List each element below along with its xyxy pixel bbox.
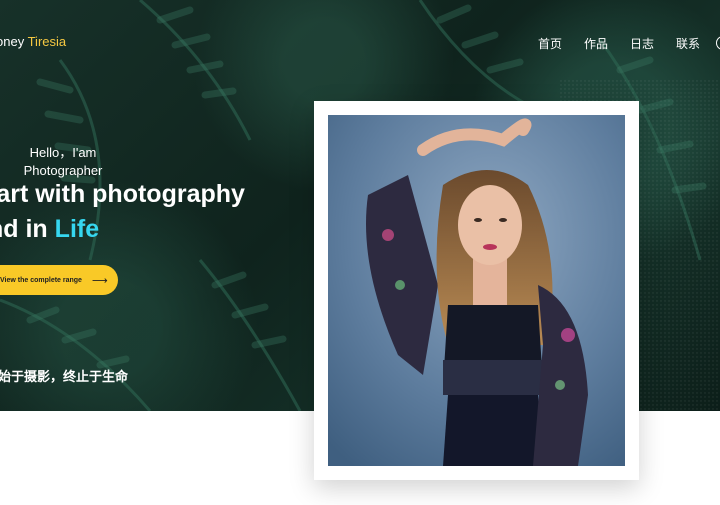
- headline-accent-word: Life: [54, 215, 100, 243]
- logo-accent-text: Tiresia: [27, 34, 67, 49]
- view-range-button-label: View the complete range: [0, 276, 82, 284]
- main-nav: 首页 作品 日志 联系: [538, 35, 700, 52]
- hello-line-1: Hello，I'am: [29, 145, 97, 160]
- site-logo[interactable]: oney Tiresia: [0, 34, 66, 49]
- view-range-button[interactable]: View the complete range ⟶: [0, 265, 118, 295]
- arrow-right-icon: ⟶: [91, 274, 108, 287]
- portrait-photo: [328, 115, 625, 466]
- nav-item-contact[interactable]: 联系: [676, 35, 700, 52]
- nav-item-works[interactable]: 作品: [584, 35, 608, 52]
- headline-line-1: tart with photography: [0, 180, 245, 208]
- slogan: 始于摄影，终止于生命: [0, 369, 129, 384]
- portrait-illustration: [328, 115, 625, 466]
- hello-line-2: Photographer: [23, 163, 103, 178]
- portrait-frame: [314, 101, 639, 480]
- logo-main-text: oney: [0, 34, 25, 49]
- headline-line-2-prefix: nd in: [0, 215, 48, 243]
- nav-item-home[interactable]: 首页: [538, 35, 562, 52]
- headline-line-2: nd in Life: [0, 215, 99, 244]
- nav-item-blog[interactable]: 日志: [630, 35, 654, 52]
